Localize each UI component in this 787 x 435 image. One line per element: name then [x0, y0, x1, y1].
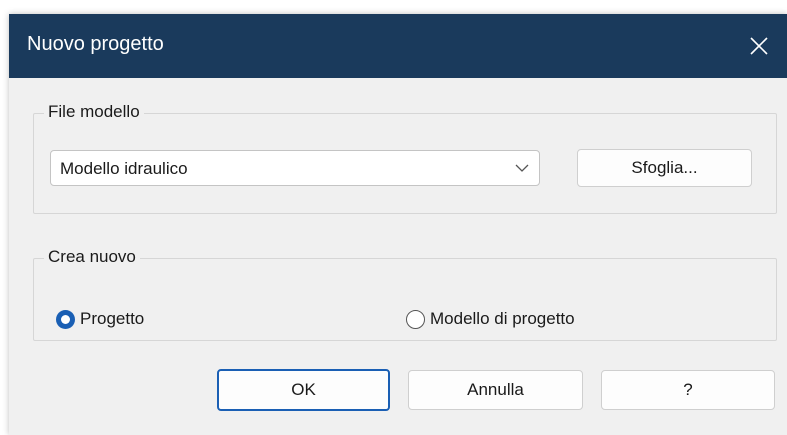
template-select-value: Modello idraulico — [60, 159, 188, 178]
close-button[interactable] — [731, 14, 787, 78]
template-select[interactable]: Modello idraulico — [50, 150, 540, 186]
cancel-button[interactable]: Annulla — [408, 370, 583, 410]
chevron-down-icon — [515, 164, 529, 172]
radio-project-label: Progetto — [80, 309, 145, 328]
new-project-dialog: Nuovo progetto File modello Modello idra… — [9, 14, 787, 435]
ok-button[interactable]: OK — [217, 369, 390, 411]
create-new-group-label: Crea nuovo — [44, 247, 140, 267]
create-new-group: Crea nuovo Progetto Modello di progetto — [33, 247, 777, 341]
radio-project[interactable]: Progetto — [56, 309, 144, 329]
title-bar: Nuovo progetto — [9, 14, 787, 78]
template-file-group: File modello Modello idraulico Sfoglia..… — [33, 102, 777, 214]
radio-project-template-label: Modello di progetto — [430, 309, 575, 328]
help-button[interactable]: ? — [601, 370, 775, 410]
browse-button[interactable]: Sfoglia... — [577, 149, 752, 187]
radio-selected-indicator — [56, 309, 75, 329]
radio-project-template[interactable]: Modello di progetto — [406, 309, 575, 329]
close-icon — [750, 37, 768, 55]
template-file-group-label: File modello — [44, 102, 144, 122]
dialog-title: Nuovo progetto — [27, 33, 164, 55]
radio-unselected-indicator — [406, 309, 425, 329]
